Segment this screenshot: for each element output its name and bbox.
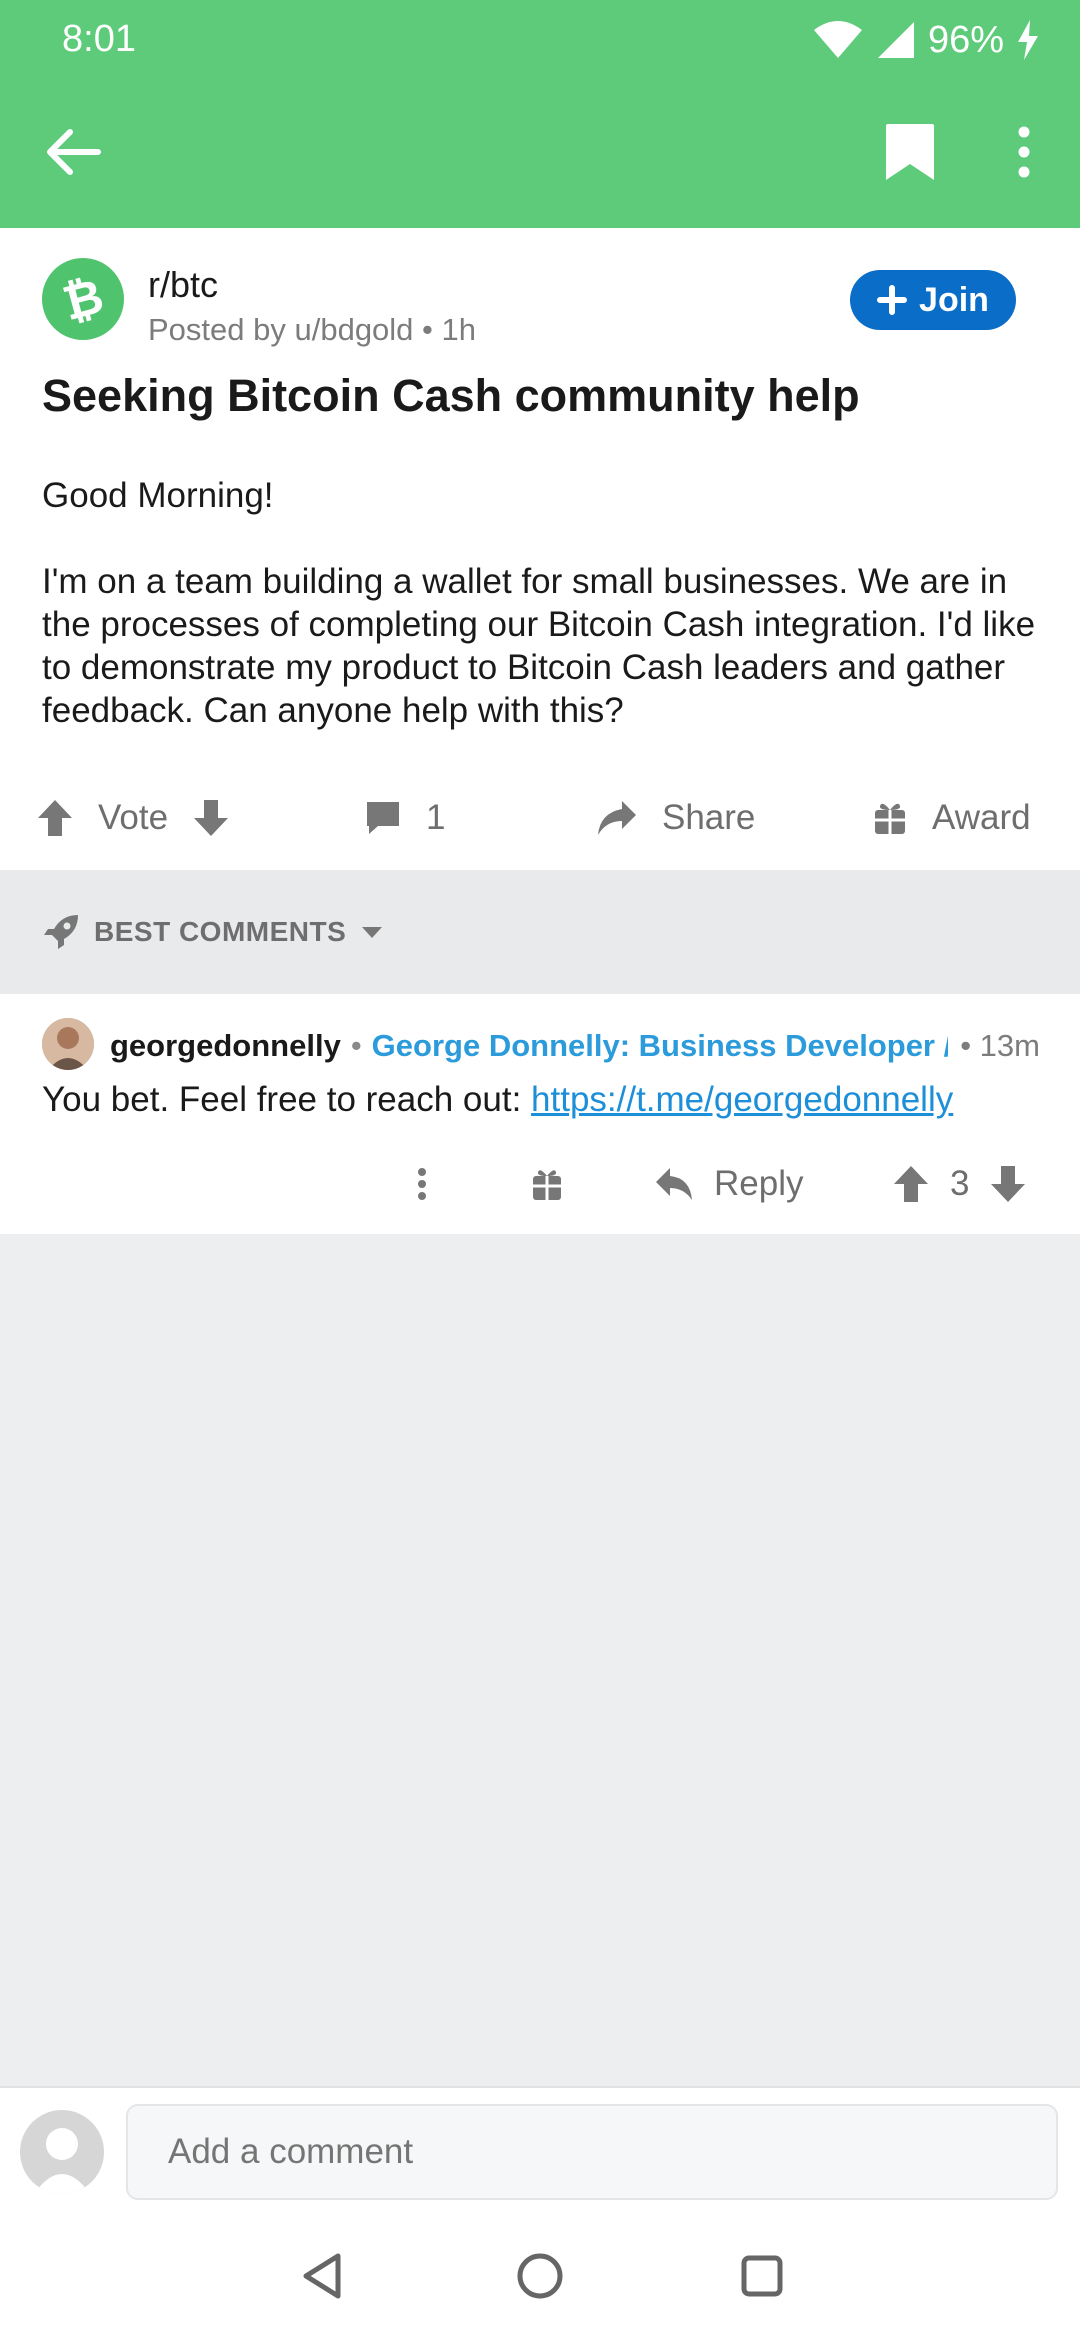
comment-vote-control: 3: [892, 1154, 1027, 1214]
downvote-icon[interactable]: [989, 1164, 1027, 1204]
upvote-icon[interactable]: [892, 1164, 930, 1204]
share-label: Share: [662, 798, 756, 837]
sort-dropdown[interactable]: BEST COMMENTS: [42, 910, 384, 954]
comment-bubble-icon: [367, 802, 399, 834]
post-body: Good Morning! I'm on a team building a w…: [42, 474, 1042, 775]
status-icons: 96%: [812, 16, 1040, 64]
app-bar: 8:01 96%: [0, 0, 1080, 228]
reply-button[interactable]: Reply: [654, 1154, 803, 1214]
comment-text: You bet. Feel free to reach out:: [42, 1080, 532, 1119]
user-avatar: [20, 2110, 104, 2194]
commenter-avatar[interactable]: [42, 1018, 94, 1070]
join-button[interactable]: Join: [850, 270, 1016, 330]
share-button[interactable]: Share: [596, 788, 755, 848]
back-arrow-icon[interactable]: [40, 118, 108, 186]
status-time: 8:01: [62, 18, 136, 60]
award-label: Award: [932, 798, 1031, 837]
plus-icon: [877, 285, 908, 315]
join-label: Join: [919, 280, 989, 319]
svg-text:₿: ₿: [57, 268, 109, 332]
comment-sort-bar: BEST COMMENTS: [0, 870, 1080, 994]
comment-input[interactable]: [126, 2104, 1058, 2200]
comment-link[interactable]: https://t.me/georgedonnelly: [531, 1080, 953, 1119]
gift-icon[interactable]: [530, 1154, 564, 1214]
comment-header: georgedonnelly • George Donnelly: Busine…: [110, 1024, 1040, 1068]
comment-score: 3: [950, 1164, 970, 1203]
separator-dot: •: [350, 1028, 362, 1063]
cell-signal-icon: [877, 22, 914, 58]
vote-label: Vote: [98, 798, 169, 837]
subreddit-name[interactable]: r/btc: [148, 264, 218, 306]
comment-time: • 13m: [960, 1028, 1040, 1063]
person-photo-icon: [42, 1018, 94, 1070]
post-body-paragraph: I'm on a team building a wallet for smal…: [42, 562, 1036, 730]
rocket-icon: [44, 915, 78, 949]
chevron-down-icon: [362, 927, 383, 938]
reply-arrow-icon: [656, 1168, 692, 1200]
nav-recents-icon[interactable]: [732, 2246, 792, 2306]
wifi-icon: [813, 21, 862, 58]
comment-body: You bet. Feel free to reach out: https:/…: [42, 1080, 953, 1120]
post-card: ₿ r/btc Posted by u/bdgold • 1h Join See…: [0, 228, 1080, 870]
upvote-icon[interactable]: [36, 798, 74, 838]
nav-home-icon[interactable]: [510, 2246, 570, 2306]
award-button[interactable]: Award: [872, 788, 1031, 848]
comments-button[interactable]: 1: [364, 788, 445, 848]
status-bar: 8:01 96%: [0, 0, 1080, 80]
system-nav-bar: [0, 2216, 1080, 2340]
person-icon: [34, 2128, 90, 2194]
sort-label: BEST COMMENTS: [94, 916, 347, 947]
user-flair: George Donnelly: Business Developer / ..…: [371, 1028, 949, 1063]
comment-actions: Reply 3: [0, 1154, 1080, 1214]
comment-composer: [0, 2086, 1080, 2216]
bookmark-icon[interactable]: [880, 122, 940, 184]
charging-icon: [1018, 20, 1038, 60]
reply-label: Reply: [714, 1164, 804, 1203]
subreddit-icon[interactable]: ₿: [42, 258, 124, 340]
post-title: Seeking Bitcoin Cash community help: [42, 370, 860, 421]
more-vert-icon[interactable]: [1000, 118, 1048, 186]
battery-percent: 96%: [927, 18, 1004, 61]
comment-count: 1: [426, 798, 446, 837]
comment-item: georgedonnelly • George Donnelly: Busine…: [0, 994, 1080, 1234]
gift-icon: [875, 803, 905, 834]
post-meta: Posted by u/bdgold • 1h: [148, 312, 476, 347]
downvote-icon[interactable]: [192, 798, 230, 838]
bitcoin-cash-icon: ₿: [57, 268, 109, 332]
post-actions: Vote 1 Share Award: [0, 768, 1080, 868]
comment-username[interactable]: georgedonnelly: [110, 1028, 341, 1064]
share-arrow-icon: [598, 801, 636, 835]
vote-control: Vote: [36, 788, 230, 848]
nav-back-icon[interactable]: [292, 2246, 352, 2306]
more-vert-icon[interactable]: [404, 1154, 440, 1214]
post-body-paragraph: Good Morning!: [42, 476, 274, 515]
